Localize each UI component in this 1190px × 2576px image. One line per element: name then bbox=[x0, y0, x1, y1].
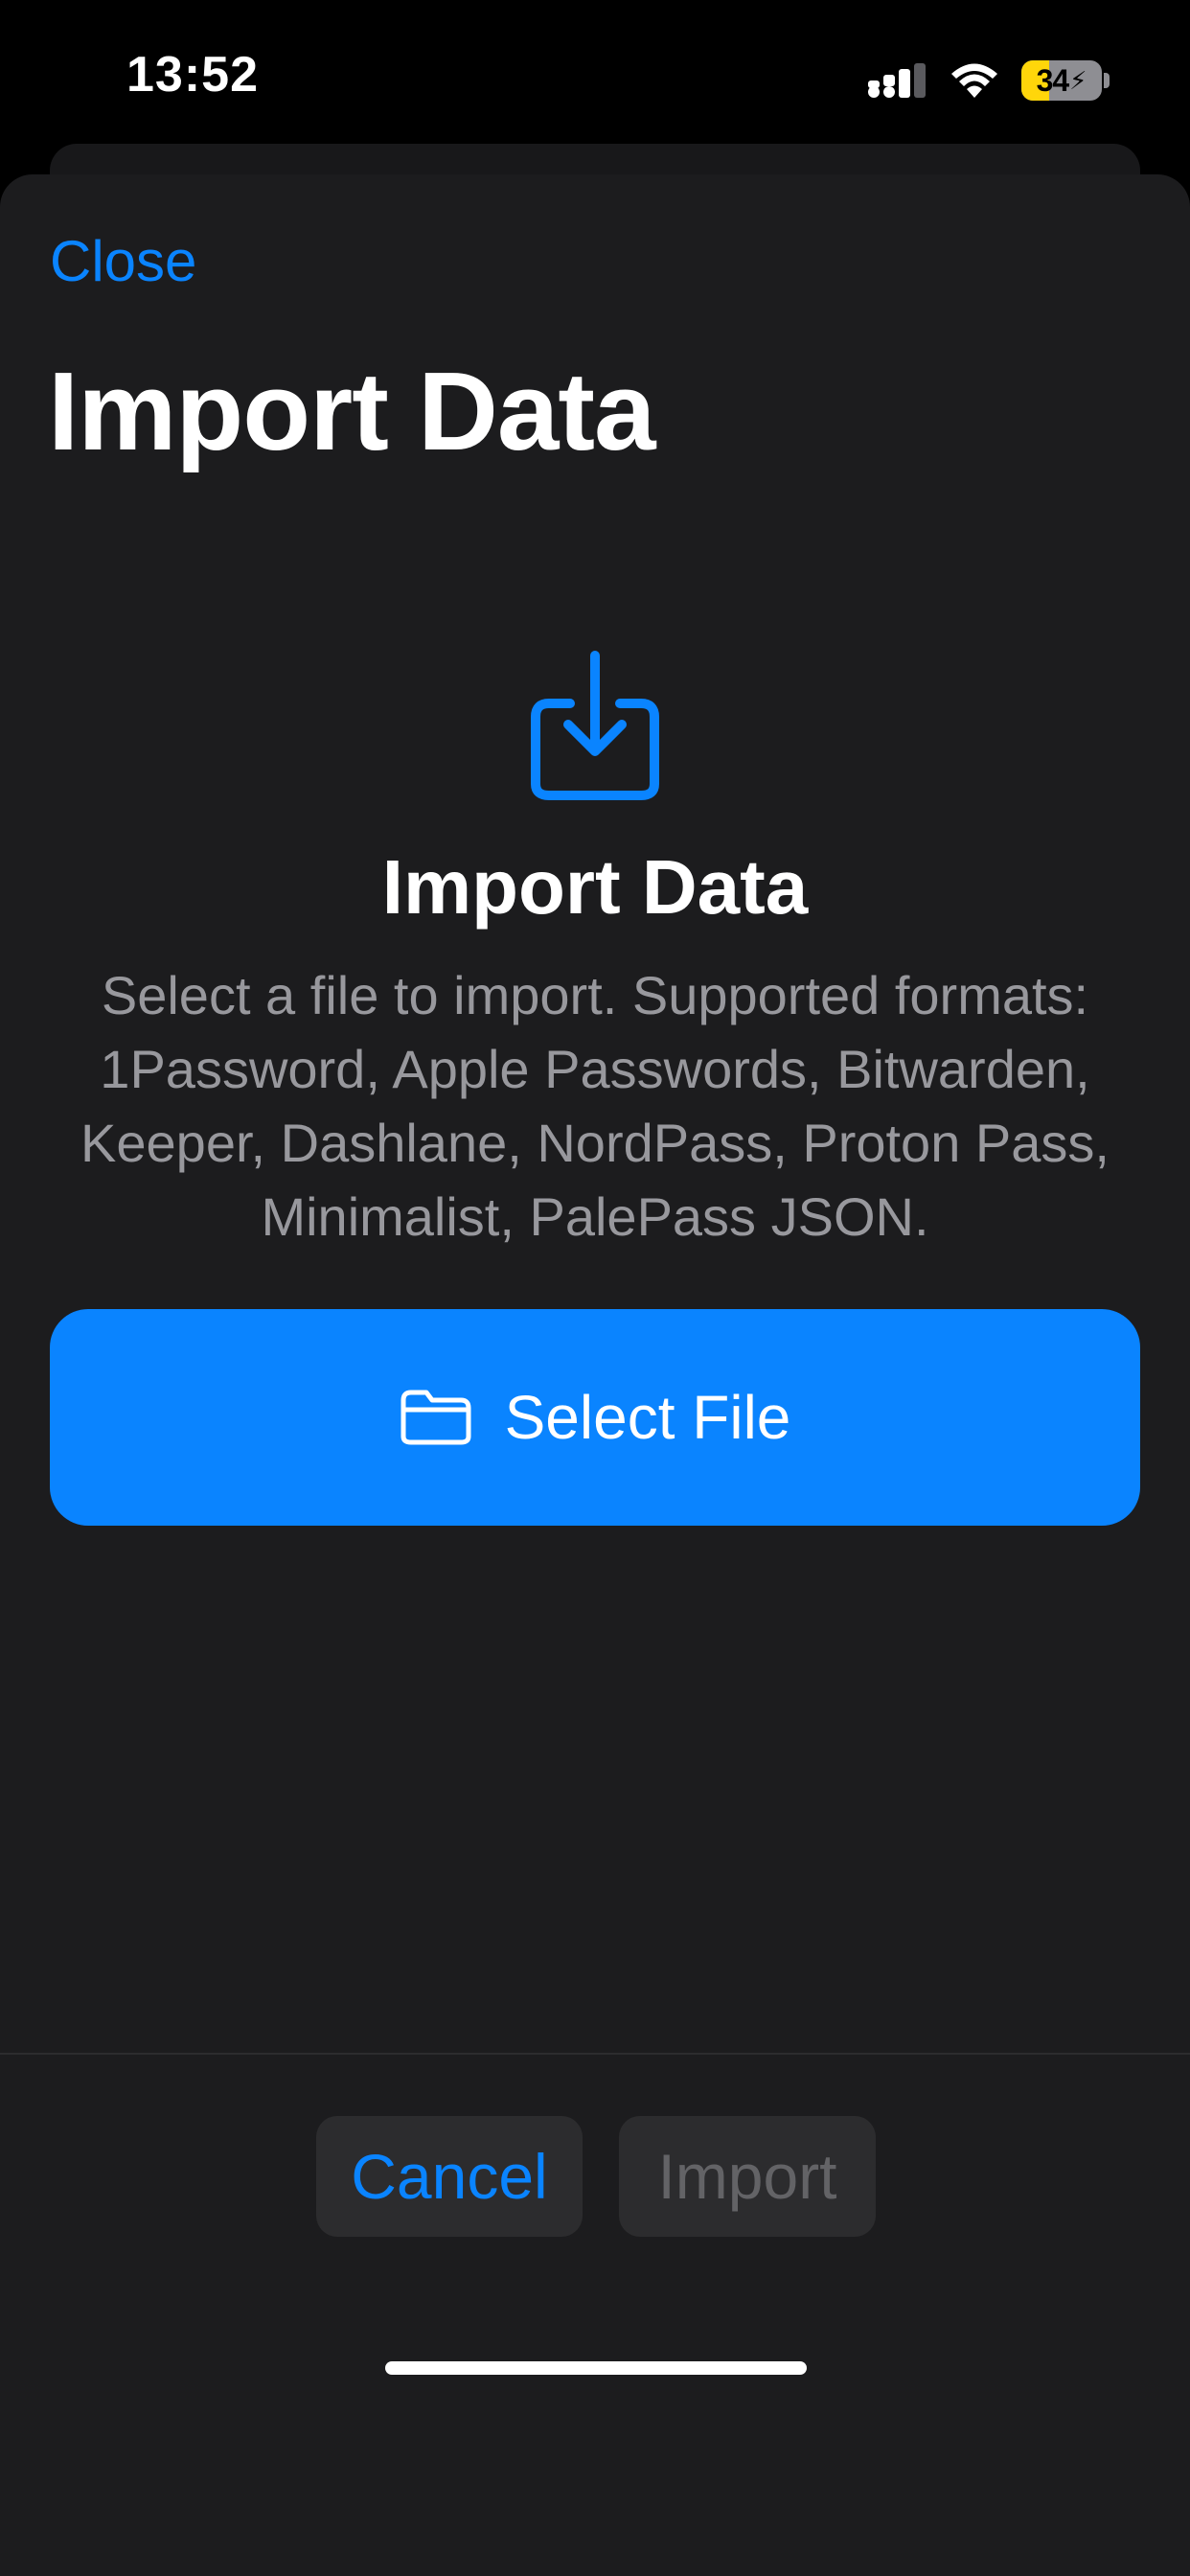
select-file-label: Select File bbox=[504, 1383, 791, 1452]
status-icons: 34 ⚡ bbox=[866, 58, 1110, 104]
folder-icon bbox=[400, 1390, 471, 1445]
cancel-button[interactable]: Cancel bbox=[316, 2116, 583, 2237]
hero-description: Select a file to import. Supported forma… bbox=[80, 965, 1110, 1247]
cellular-signal-icon bbox=[868, 63, 926, 98]
toolbar-divider bbox=[0, 2053, 1190, 2055]
import-button[interactable]: Import bbox=[619, 2116, 876, 2237]
battery-wrapper: 34 ⚡ bbox=[1021, 60, 1110, 101]
battery-charging-icon: 34 ⚡ bbox=[1021, 60, 1102, 101]
battery-nub bbox=[1104, 73, 1110, 88]
close-button[interactable]: Close bbox=[50, 228, 196, 294]
screen: 13:52 34 ⚡ Close Import Data Import Data… bbox=[0, 0, 1190, 2576]
home-indicator[interactable] bbox=[385, 2361, 807, 2375]
bolt-icon: ⚡ bbox=[1069, 65, 1087, 95]
select-file-button[interactable]: Select File bbox=[50, 1309, 1140, 1526]
wifi-icon bbox=[951, 63, 997, 98]
hero-title: Import Data bbox=[381, 844, 809, 930]
import-sheet: Close Import Data Import Data Select a f… bbox=[0, 174, 1190, 2576]
status-time: 13:52 bbox=[126, 47, 259, 103]
tray-arrow-down-icon bbox=[531, 651, 659, 800]
page-title: Import Data bbox=[48, 349, 656, 473]
battery-level: 34 bbox=[1036, 62, 1070, 98]
